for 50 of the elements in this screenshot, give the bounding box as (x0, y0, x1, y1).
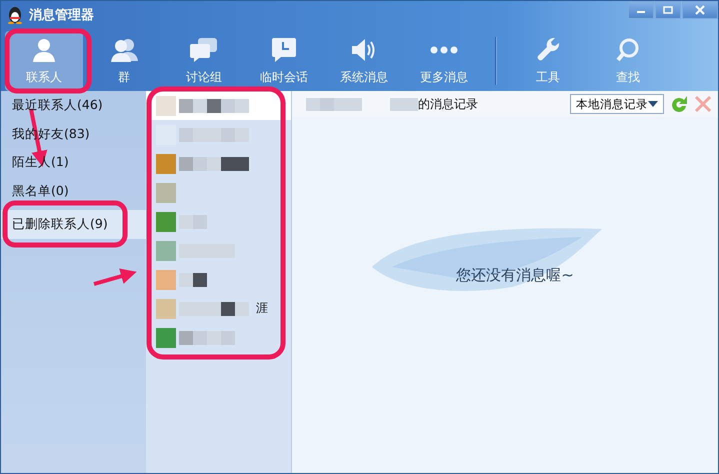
blurred-name (179, 302, 249, 316)
maximize-icon (663, 6, 673, 14)
chat-bubbles-icon (190, 36, 218, 62)
category-item[interactable]: 黑名单(0) (1, 176, 146, 205)
avatar-placeholder (156, 270, 176, 290)
blurred-name (179, 98, 249, 112)
source-dropdown[interactable]: 本地消息记录 (570, 94, 664, 114)
avatar-placeholder (156, 328, 176, 348)
close-icon (695, 5, 705, 15)
clock-bubble-icon (271, 36, 297, 62)
penguin-logo-icon (7, 6, 23, 24)
blurred-name (179, 330, 235, 344)
people-icon (110, 36, 138, 62)
toolbar-tab[interactable]: 临时会话 (245, 31, 323, 91)
close-button[interactable] (682, 1, 718, 19)
wrench-icon (536, 36, 560, 62)
avatar-placeholder (156, 240, 176, 260)
contact-note: 涯 (256, 300, 268, 317)
caret-icon (648, 101, 658, 107)
minimize-button[interactable] (628, 1, 654, 19)
category-item[interactable]: 最近联系人(46) (1, 91, 146, 120)
pointer-arrow (93, 268, 137, 286)
blurred-name (179, 128, 249, 142)
toolbar-tab[interactable]: 更多消息 (405, 31, 483, 91)
blurred-name (179, 214, 207, 228)
blurred-name (179, 272, 207, 286)
avatar-placeholder (156, 96, 176, 116)
toolbar-tab[interactable]: 讨论组 (165, 31, 243, 91)
blurred-name (179, 156, 249, 170)
contact-item[interactable] (146, 91, 291, 120)
contact-item[interactable]: 涯 (146, 294, 291, 323)
avatar-placeholder (156, 154, 176, 174)
toolbar-tab[interactable]: 群 (85, 31, 163, 91)
search-icon (616, 36, 640, 62)
toolbar-tab[interactable]: 系统消息 (325, 31, 403, 91)
toolbar-tab[interactable]: 工具 (509, 31, 587, 91)
maximize-button[interactable] (655, 1, 681, 19)
toolbar-tab[interactable]: 查找 (589, 31, 667, 91)
dots-icon (430, 44, 458, 54)
window-title: 消息管理器 (29, 7, 94, 24)
category-item[interactable]: 已删除联系人(9) (1, 210, 146, 238)
avatar-placeholder (156, 212, 176, 232)
toolbar-tab[interactable]: 联系人 (5, 31, 83, 91)
record-title: 的消息记录 (418, 96, 478, 112)
delete-icon[interactable] (694, 95, 712, 113)
avatar-placeholder (156, 182, 176, 202)
person-icon (31, 36, 57, 62)
avatar-placeholder (156, 298, 176, 318)
refresh-icon[interactable] (669, 94, 689, 114)
empty-message: 您还没有消息喔~ (456, 266, 574, 284)
